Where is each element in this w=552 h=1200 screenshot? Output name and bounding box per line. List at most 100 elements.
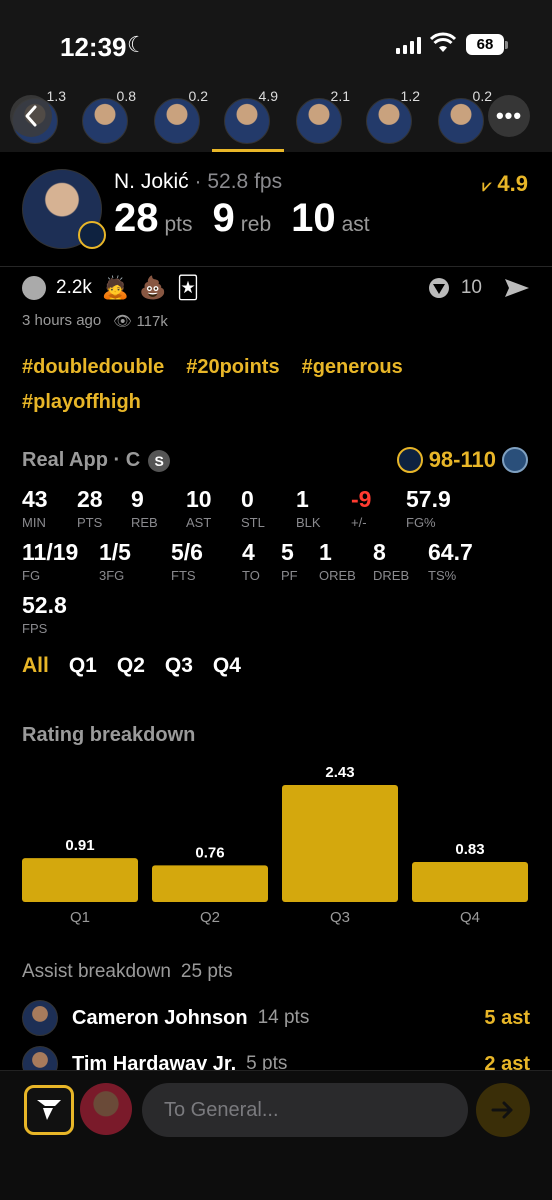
stat-label: MIN (22, 515, 46, 530)
stat-value: 52.8 (22, 592, 67, 618)
rating-breakdown-title: Rating breakdown (22, 724, 196, 746)
player-chip[interactable]: 4.9 (212, 80, 284, 152)
bar-value-label: 2.43 (325, 764, 354, 781)
stat-cell: 5 PF (281, 539, 298, 583)
bow-emoji-icon[interactable]: 🙇 (102, 276, 129, 300)
tab-quarter[interactable]: Q3 (165, 654, 193, 678)
player-carousel[interactable]: 1.3 0.8 0.2 4.9 2.1 1.2 0.2 ••• (0, 80, 552, 152)
more-options-button[interactable]: ••• (488, 95, 530, 137)
player-name: N. Jokić (114, 170, 189, 193)
source-label: Real App · C (22, 449, 141, 471)
stat-label: STL (241, 515, 265, 530)
chart-bar (152, 865, 268, 902)
tab-quarter[interactable]: All (22, 654, 49, 678)
player-chip[interactable]: 0.2 (142, 80, 214, 152)
poop-emoji-icon[interactable]: 💩 (139, 276, 166, 300)
x-tick-label: Q3 (330, 909, 350, 926)
player-chip-score: 0.8 (116, 88, 136, 104)
stat-value: 9 (131, 486, 144, 512)
player-chip-score: 2.1 (330, 88, 350, 104)
x-tick-label: Q2 (200, 909, 220, 926)
score-separator: - (453, 447, 461, 472)
tab-quarter[interactable]: Q2 (117, 654, 145, 678)
app-logo-button[interactable] (24, 1085, 74, 1135)
stat-cell: 1/5 3FG (99, 539, 131, 583)
stat-cell: 1 BLK (296, 486, 321, 530)
player-chip-score: 0.2 (188, 88, 208, 104)
message-input[interactable] (142, 1083, 468, 1137)
stat-value: 43 (22, 486, 48, 512)
stat-cell: 0 STL (241, 486, 265, 530)
avatar (438, 98, 484, 144)
x-tick-label: Q4 (460, 909, 480, 926)
avatar (154, 98, 200, 144)
avatar (296, 98, 342, 144)
stat-label: 3FG (99, 568, 125, 583)
home-score: 98 (428, 447, 454, 472)
stat-label: DREB (373, 568, 410, 583)
stat-cell: 1 OREB (319, 539, 356, 583)
user-avatar[interactable] (80, 1083, 132, 1135)
assist-total: 25 pts (180, 961, 233, 982)
player-chip-score: 0.2 (472, 88, 492, 104)
stat-label: BLK (296, 515, 321, 530)
stat-value: 10 (186, 486, 212, 512)
send-icon[interactable] (504, 277, 530, 299)
assist-player-name: Cameron Johnson (72, 1006, 248, 1029)
player-chip[interactable]: 0.8 (70, 80, 142, 152)
stat-cell: 4 TO (242, 539, 260, 583)
player-fps: · 52.8 fps (194, 170, 283, 193)
chart-bar (412, 862, 528, 902)
battery-indicator: 68 (466, 34, 504, 55)
hashtag[interactable]: #doubledouble (22, 356, 164, 379)
avatar (82, 98, 128, 144)
assist-title-text: Assist breakdown (22, 961, 171, 982)
reaction-count: 2.2k (56, 277, 92, 298)
bar-value-label: 0.83 (455, 841, 484, 858)
game-source: Real App · C S (22, 449, 171, 472)
hashtag[interactable]: #playoffhigh (22, 391, 141, 414)
assist-row[interactable]: Cameron Johnson 14 pts 5 ast (22, 998, 530, 1038)
joker-emoji-icon[interactable]: 🃏 (177, 276, 200, 300)
player-rating: ⩗ 4.9 (482, 171, 528, 197)
player-chip[interactable]: 2.1 (284, 80, 356, 152)
stat-value: 57.9 (406, 486, 451, 512)
nuggets-logo-icon (396, 447, 423, 473)
repost-icon[interactable] (427, 276, 451, 300)
hashtag[interactable]: #20points (186, 356, 279, 379)
stat-cell: 52.8 FPS (22, 592, 67, 636)
stat-label: FG% (406, 515, 436, 530)
stat-label: PF (281, 568, 298, 583)
smiley-reaction-icon[interactable] (22, 276, 46, 300)
player-chip[interactable]: 1.2 (354, 80, 426, 152)
player-name-line: N. Jokić · 52.8 fps (114, 170, 282, 194)
focus-moon-icon: ☾ (127, 32, 147, 57)
battery-tip (505, 41, 508, 49)
tab-quarter[interactable]: Q4 (213, 654, 241, 678)
hashtag[interactable]: #generous (302, 356, 403, 379)
view-count: 117k (136, 313, 168, 330)
back-button[interactable] (10, 95, 52, 137)
views: 👁 117k (113, 312, 168, 330)
stat-cell: 64.7 TS% (428, 539, 473, 583)
timberwolves-logo-icon (502, 447, 528, 473)
divider (0, 266, 552, 267)
stat-value: 0 (241, 486, 254, 512)
ellipsis-icon: ••• (495, 103, 523, 128)
avatar (366, 98, 412, 144)
stat-label: FPS (22, 621, 48, 636)
game-score[interactable]: 98-110 (396, 447, 528, 473)
player-chip-score: 1.2 (400, 88, 420, 104)
eye-icon: 👁 (113, 313, 133, 330)
stat-value: 1 (319, 539, 332, 565)
team-logo-icon (78, 221, 106, 249)
send-button[interactable] (476, 1083, 530, 1137)
player-chip-score: 1.3 (46, 88, 66, 104)
tab-quarter[interactable]: Q1 (69, 654, 97, 678)
share-area: 10 (427, 276, 530, 300)
stat-cell: -9 +/- (351, 486, 371, 530)
stat-value: 8 (373, 539, 386, 565)
stat-cell: 57.9 FG% (406, 486, 451, 530)
assist-player-pts: 14 pts (257, 1007, 310, 1028)
stat-label: REB (131, 515, 158, 530)
